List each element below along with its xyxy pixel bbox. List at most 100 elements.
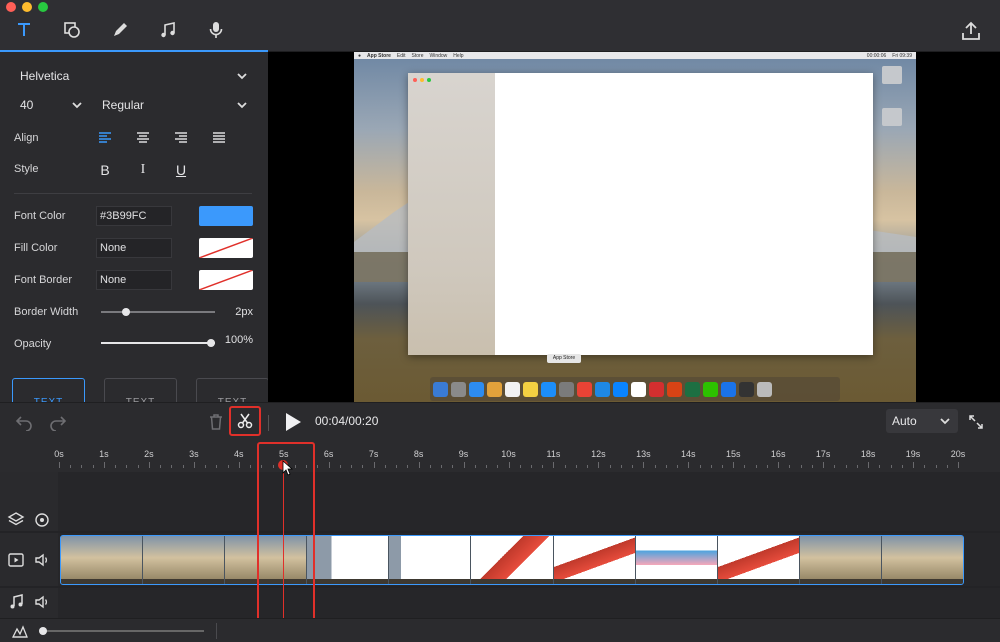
ruler-tick [632, 465, 634, 468]
font-weight-select[interactable]: Regular [96, 94, 253, 116]
volume-icon[interactable] [33, 551, 51, 569]
export-icon[interactable] [960, 20, 982, 42]
tool-tabs [0, 14, 268, 52]
underline-label: U [175, 162, 187, 178]
ruler-tick [766, 465, 768, 468]
app-icon [667, 381, 682, 397]
align-label: Align [14, 132, 39, 144]
tab-draw[interactable] [96, 14, 144, 52]
layers-icon[interactable] [7, 511, 25, 529]
waveform-icon[interactable] [12, 623, 28, 639]
fill-color-swatch[interactable] [199, 238, 253, 258]
ruler-tick [306, 465, 308, 468]
ruler-tick-label: 15s [725, 449, 741, 459]
opacity-slider[interactable] [101, 336, 215, 350]
audio-track[interactable] [58, 588, 1000, 618]
close-window-button[interactable] [6, 2, 16, 12]
tab-shapes[interactable] [48, 14, 96, 52]
align-right-icon [175, 132, 187, 143]
ruler-tick [474, 465, 476, 468]
minimize-window-button[interactable] [22, 2, 32, 12]
app-store-window [408, 73, 873, 355]
disk-icon [882, 66, 902, 84]
font-border-swatch[interactable] [199, 270, 253, 290]
zoom-window-button[interactable] [38, 2, 48, 12]
clip-thumbnail [143, 536, 226, 584]
ruler-tick [620, 465, 622, 468]
timeline-zoom-select[interactable]: Auto [886, 409, 958, 433]
align-justify-button[interactable] [208, 127, 230, 149]
tab-voiceover[interactable] [192, 14, 240, 52]
chevron-down-icon [940, 418, 950, 425]
ruler-tick [351, 465, 353, 468]
pencil-icon [114, 23, 127, 36]
font-border-field[interactable]: None [96, 270, 172, 290]
ruler-tick-label: 3s [189, 449, 199, 459]
clip-thumbnail [471, 536, 554, 584]
timeline-toolbar: 00:04/00:20 Auto [0, 402, 1000, 440]
video-preview[interactable]: ● App Store Edit Store Window Help 00:00… [268, 52, 1000, 402]
ruler-tick-label: 7s [368, 449, 379, 459]
clip-thumbnail [307, 536, 390, 584]
notes-icon [523, 381, 538, 397]
underline-button[interactable]: U [170, 159, 192, 181]
slider-knob[interactable] [122, 308, 130, 316]
text-preset[interactable]: TEXT [104, 378, 177, 402]
dock-strip [717, 579, 799, 584]
fullscreen-button[interactable] [966, 412, 986, 432]
font-color-field[interactable]: #3B99FC [96, 206, 172, 226]
dock-tooltip: App Store [547, 354, 581, 363]
text-preset[interactable]: TEXT [12, 378, 85, 402]
align-center-button[interactable] [132, 127, 154, 149]
video-clip[interactable] [60, 535, 964, 585]
timeline-ruler[interactable]: 0s 1s 2s 3s 4s 5s 6s 7s 8s 9s 10s 11s 12s 13s 14s 15s 16… [0, 440, 1000, 472]
fill-color-label: Fill Color [14, 242, 58, 254]
align-right-button[interactable] [170, 127, 192, 149]
music-note-icon[interactable] [7, 593, 25, 611]
ruler-tick [508, 462, 510, 468]
ruler-tick [913, 462, 915, 468]
ruler-tick [126, 465, 128, 468]
mouse-cursor-icon [282, 460, 294, 476]
ruler-tick [845, 465, 847, 468]
undo-button[interactable] [14, 412, 34, 432]
video-icon[interactable] [7, 551, 25, 569]
fill-color-field[interactable]: None [96, 238, 172, 258]
align-left-button[interactable] [94, 127, 116, 149]
panel-divider [14, 193, 252, 194]
border-width-slider[interactable] [101, 305, 215, 319]
chrome-icon [577, 381, 592, 397]
slider-knob[interactable] [39, 627, 47, 635]
redo-button[interactable] [48, 412, 68, 432]
italic-button[interactable]: I [132, 159, 154, 181]
target-icon[interactable] [33, 511, 51, 529]
ruler-tick-label: 10s [501, 449, 516, 459]
ruler-tick [250, 465, 252, 468]
tab-text[interactable] [0, 14, 48, 52]
font-color-swatch[interactable] [199, 206, 253, 226]
font-size-select[interactable]: 40 [14, 94, 88, 116]
delete-button[interactable] [206, 412, 226, 432]
slider-track [101, 311, 215, 313]
font-family-select[interactable]: Helvetica [14, 65, 253, 87]
volume-icon[interactable] [33, 593, 51, 611]
split-button[interactable] [229, 406, 261, 436]
ruler-tick [665, 465, 667, 468]
ruler-tick [823, 462, 825, 468]
timeline-footer [0, 618, 1000, 642]
text-preset[interactable]: TEXT [196, 378, 268, 402]
microphone-icon [209, 22, 223, 38]
ruler-tick [59, 462, 60, 468]
font-color-label: Font Color [14, 210, 66, 222]
bold-button[interactable]: B [94, 159, 116, 181]
scissors-icon [237, 413, 253, 429]
slider-knob[interactable] [207, 339, 215, 347]
tab-music[interactable] [144, 14, 192, 52]
ruler-tick-label: 19s [905, 449, 921, 459]
ruler-tick [890, 465, 892, 468]
overlay-track[interactable] [58, 472, 1000, 531]
play-button[interactable] [282, 411, 304, 433]
timeline-scale-slider[interactable] [39, 627, 204, 635]
ruler-tick [564, 465, 566, 468]
menubar-item: Window [429, 52, 448, 59]
